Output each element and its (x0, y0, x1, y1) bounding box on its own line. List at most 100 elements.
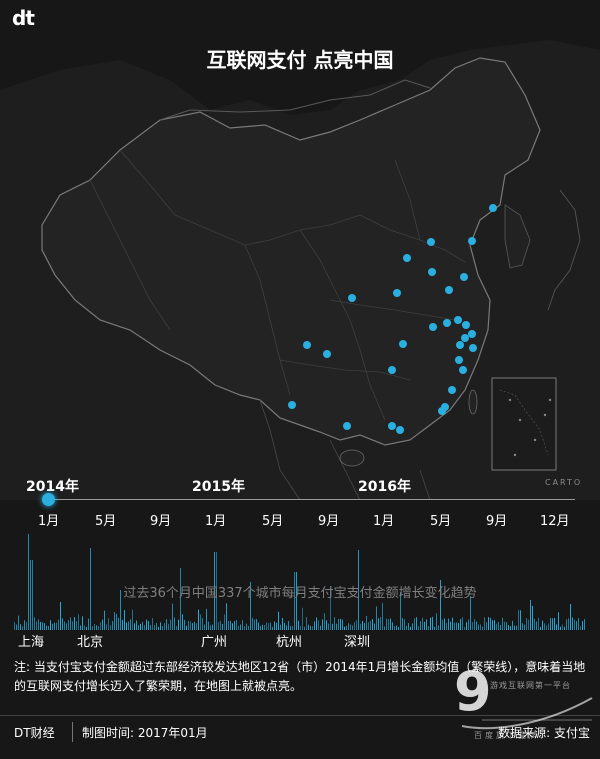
trend-bar (360, 623, 361, 630)
trend-bar (442, 619, 443, 630)
trend-bar (494, 620, 495, 630)
city-dot (348, 294, 356, 302)
trend-bar (304, 626, 305, 630)
trend-bar (240, 624, 241, 630)
trend-bar (394, 626, 395, 630)
trend-bar (298, 620, 299, 630)
trend-bar (432, 616, 433, 630)
trend-bar (80, 625, 81, 630)
trend-bar (446, 622, 447, 630)
trend-bar (562, 624, 563, 630)
city-dot (393, 289, 401, 297)
trend-bar (480, 624, 481, 630)
trend-bar (246, 623, 247, 630)
trend-bar (500, 625, 501, 630)
trend-bar (584, 618, 585, 630)
trend-bar (402, 617, 403, 630)
trend-bar (92, 626, 93, 630)
trend-bar (426, 619, 427, 630)
trend-bar (334, 617, 335, 630)
trend-bar (68, 620, 69, 630)
trend-bar (580, 626, 581, 630)
trend-bar (36, 621, 37, 630)
trend-bar (56, 622, 57, 630)
city-dot (388, 422, 396, 430)
trend-bar (138, 625, 139, 630)
trend-bar (100, 622, 101, 630)
trend-bar (552, 618, 553, 630)
timeline-handle[interactable] (42, 493, 55, 506)
trend-bar (476, 621, 477, 630)
trend-bar (292, 626, 293, 630)
trend-bar (116, 613, 117, 630)
trend-bar (522, 623, 523, 630)
trend-bar (474, 619, 475, 630)
trend-bar (182, 614, 183, 630)
trend-bar (374, 623, 375, 630)
trend-bar (208, 621, 209, 630)
trend-bar (482, 626, 483, 630)
city-dot (461, 334, 469, 342)
trend-bar (202, 618, 203, 630)
trend-bar (266, 622, 267, 630)
trend-bar (118, 617, 119, 630)
trend-bar (392, 622, 393, 630)
trend-bar (136, 620, 137, 630)
trend-bar (166, 619, 167, 630)
city-dot (443, 319, 451, 327)
trend-bar (238, 625, 239, 630)
footer-date: 制图时间: 2017年01月 (82, 726, 208, 740)
trend-bar (460, 619, 461, 630)
trend-bar (456, 622, 457, 630)
trend-bar (82, 616, 83, 630)
trend-bar (568, 618, 569, 630)
trend-bar (348, 623, 349, 630)
trend-bar (452, 617, 453, 630)
trend-bar (318, 620, 319, 630)
month-label: 1月 (373, 514, 395, 529)
trend-bar (350, 624, 351, 630)
trend-bar (414, 618, 415, 630)
trend-bar (44, 622, 45, 630)
trend-bar (384, 626, 385, 630)
trend-bar (416, 617, 417, 630)
trend-bar (218, 622, 219, 630)
trend-bar (336, 623, 337, 630)
timeline-track[interactable] (48, 499, 575, 500)
trend-bar (64, 621, 65, 630)
trend-bar (396, 625, 397, 630)
trend-bar (308, 624, 309, 630)
trend-bar (178, 619, 179, 630)
trend-bar (290, 626, 291, 630)
trend-bar (268, 623, 269, 630)
trend-bar (134, 623, 135, 630)
trend-bar (294, 572, 295, 630)
city-dot (323, 350, 331, 358)
trend-bar (344, 626, 345, 630)
trend-bar (314, 621, 315, 630)
trend-bar (58, 619, 59, 630)
city-dot (469, 344, 477, 352)
trend-bar (548, 623, 549, 630)
trend-bar (570, 604, 571, 630)
trend-bar (254, 619, 255, 630)
trend-bar (24, 620, 25, 630)
trend-bar (42, 622, 43, 630)
trend-bar (536, 621, 537, 630)
trend-bar (162, 625, 163, 630)
trend-bar (490, 617, 491, 630)
city-dot (403, 254, 411, 262)
trend-bar (364, 622, 365, 630)
month-label: 5月 (430, 514, 452, 529)
trend-bar (196, 623, 197, 630)
trend-bar (366, 615, 367, 630)
city-dot (303, 341, 311, 349)
trend-bar (526, 618, 527, 630)
trend-bar (170, 619, 171, 630)
trend-bar (160, 622, 161, 630)
trend-bar (398, 626, 399, 630)
trend-bar (554, 617, 555, 630)
trend-bar (104, 610, 105, 630)
trend-bar (220, 620, 221, 630)
trend-bar (376, 606, 377, 630)
